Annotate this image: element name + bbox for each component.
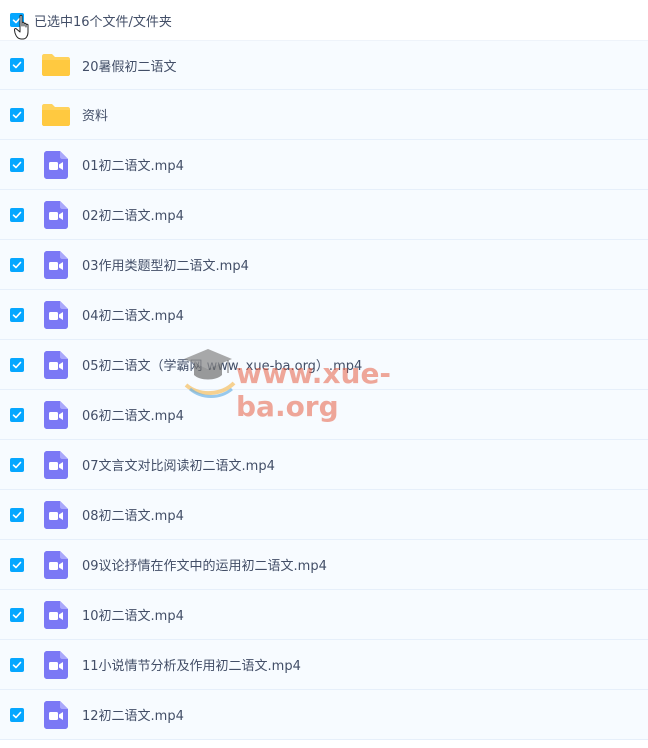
file-name[interactable]: 01初二语文.mp4 [82, 155, 184, 174]
video-file-icon [40, 499, 72, 531]
checkmark-icon [12, 211, 22, 218]
file-checkbox[interactable] [10, 507, 24, 522]
video-file-icon [40, 199, 72, 231]
file-list: 20暑假初二语文 资料 01初二语文.mp4 02初二语文.mp4 03作用类题… [0, 40, 648, 740]
file-name[interactable]: 05初二语文（学霸网 www. xue-ba.org）.mp4 [82, 355, 362, 374]
file-checkbox[interactable] [10, 257, 24, 272]
video-file-icon [40, 349, 72, 381]
checkmark-icon [12, 311, 22, 318]
file-row-7[interactable]: 05初二语文（学霸网 www. xue-ba.org）.mp4 [0, 340, 648, 390]
file-name[interactable]: 资料 [82, 105, 108, 124]
video-file-icon [40, 249, 72, 281]
file-checkbox[interactable] [10, 407, 24, 422]
file-name[interactable]: 08初二语文.mp4 [82, 505, 184, 524]
file-checkbox[interactable] [10, 607, 24, 622]
file-checkbox[interactable] [10, 207, 24, 222]
file-row-4[interactable]: 02初二语文.mp4 [0, 190, 648, 240]
checkmark-icon [12, 261, 22, 268]
checkmark-icon [12, 61, 22, 69]
checkmark-icon [12, 161, 22, 168]
video-file-icon [40, 599, 72, 631]
file-name[interactable]: 07文言文对比阅读初二语文.mp4 [82, 455, 275, 474]
selection-header: 已选中16个文件/文件夹 [0, 0, 648, 40]
file-row-3[interactable]: 01初二语文.mp4 [0, 140, 648, 190]
file-row-11[interactable]: 09议论抒情在作文中的运用初二语文.mp4 [0, 540, 648, 590]
checkmark-icon [12, 461, 22, 468]
file-row-14[interactable]: 12初二语文.mp4 [0, 690, 648, 740]
video-file-icon [40, 149, 72, 181]
file-row-5[interactable]: 03作用类题型初二语文.mp4 [0, 240, 648, 290]
file-name[interactable]: 12初二语文.mp4 [82, 705, 184, 724]
video-file-icon [40, 299, 72, 331]
checkmark-icon [12, 661, 22, 668]
file-row-2[interactable]: 资料 [0, 90, 648, 140]
file-row-1[interactable]: 20暑假初二语文 [0, 40, 648, 90]
file-name[interactable]: 20暑假初二语文 [82, 56, 177, 75]
video-file-icon [40, 399, 72, 431]
file-name[interactable]: 09议论抒情在作文中的运用初二语文.mp4 [82, 555, 327, 574]
file-row-9[interactable]: 07文言文对比阅读初二语文.mp4 [0, 440, 648, 490]
file-name[interactable]: 11小说情节分析及作用初二语文.mp4 [82, 655, 301, 674]
video-file-icon [40, 449, 72, 481]
file-row-8[interactable]: 06初二语文.mp4 [0, 390, 648, 440]
file-row-6[interactable]: 04初二语文.mp4 [0, 290, 648, 340]
folder-icon [40, 99, 72, 131]
file-checkbox[interactable] [10, 657, 24, 672]
file-checkbox[interactable] [10, 157, 24, 172]
checkmark-icon [12, 111, 22, 118]
video-file-icon [40, 649, 72, 681]
checkmark-icon [12, 511, 22, 518]
file-checkbox[interactable] [10, 58, 24, 72]
selection-count-label: 已选中16个文件/文件夹 [34, 14, 172, 30]
file-name[interactable]: 04初二语文.mp4 [82, 305, 184, 324]
video-file-icon [40, 699, 72, 731]
file-row-12[interactable]: 10初二语文.mp4 [0, 590, 648, 640]
video-file-icon [40, 549, 72, 581]
file-checkbox[interactable] [10, 457, 24, 472]
file-checkbox[interactable] [10, 307, 24, 322]
checkmark-icon [12, 411, 22, 418]
file-checkbox[interactable] [10, 707, 24, 722]
file-name[interactable]: 03作用类题型初二语文.mp4 [82, 255, 249, 274]
checkmark-icon [12, 711, 22, 718]
folder-icon [40, 49, 72, 81]
file-checkbox[interactable] [10, 357, 24, 372]
file-name[interactable]: 02初二语文.mp4 [82, 205, 184, 224]
file-checkbox[interactable] [10, 107, 24, 122]
file-name[interactable]: 06初二语文.mp4 [82, 405, 184, 424]
file-row-10[interactable]: 08初二语文.mp4 [0, 490, 648, 540]
checkmark-icon [12, 361, 22, 368]
file-row-13[interactable]: 11小说情节分析及作用初二语文.mp4 [0, 640, 648, 690]
hand-cursor-icon [14, 14, 29, 40]
file-name[interactable]: 10初二语文.mp4 [82, 605, 184, 624]
checkmark-icon [12, 611, 22, 618]
checkmark-icon [12, 561, 22, 568]
file-checkbox[interactable] [10, 557, 24, 572]
